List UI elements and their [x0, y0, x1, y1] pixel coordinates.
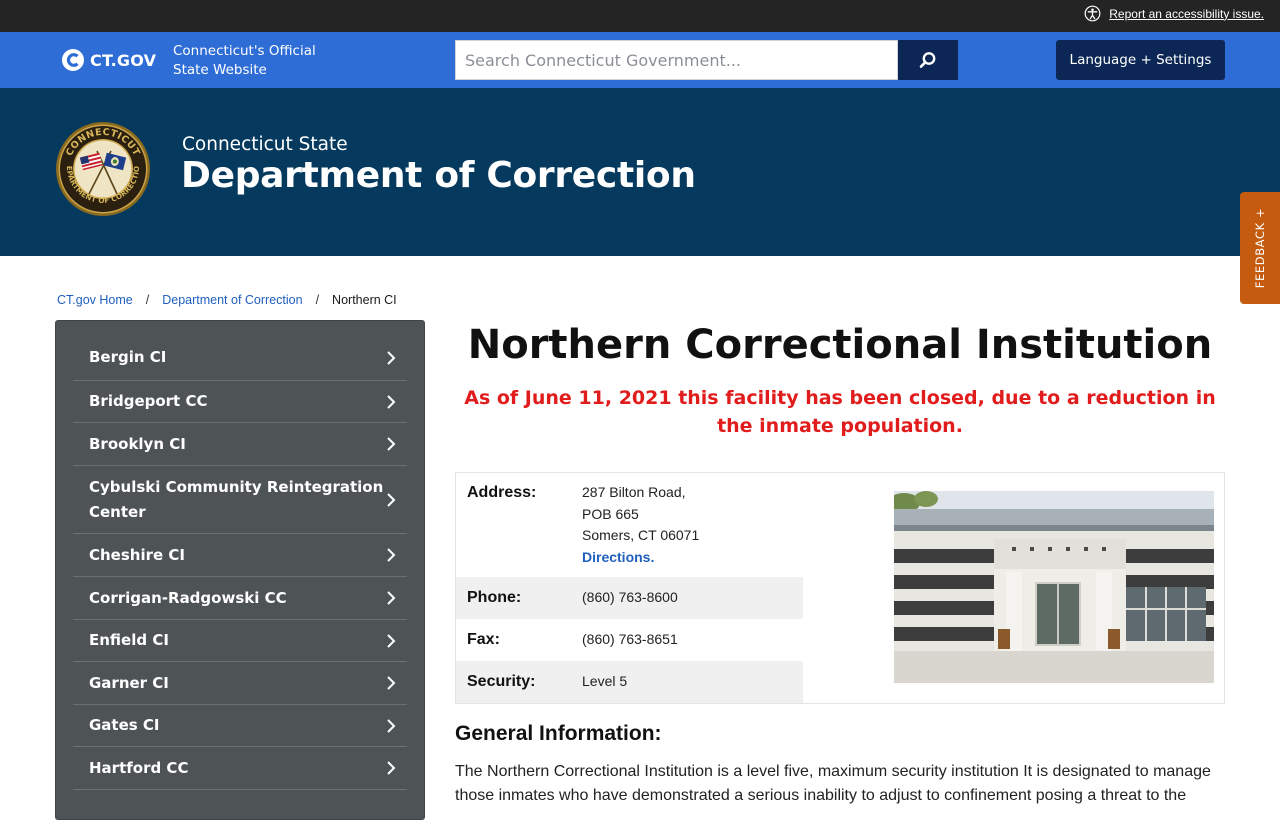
department-subtitle: Connecticut State: [182, 134, 348, 155]
address-line-1: 287 Bilton Road,: [582, 484, 686, 500]
feedback-tab[interactable]: FEEDBACK +: [1240, 192, 1280, 304]
address-row: Address: 287 Bilton Road, POB 665 Somers…: [456, 473, 803, 577]
sidebar-item-label: Cybulski Community Reintegration Center: [89, 477, 384, 521]
fax-row: Fax: (860) 763-8651: [456, 619, 803, 661]
sidebar-item-enfield-ci[interactable]: Enfield CI: [73, 620, 407, 662]
facility-info-box: Address: 287 Bilton Road, POB 665 Somers…: [455, 472, 1225, 704]
breadcrumb-ct-gov-home[interactable]: CT.gov Home: [57, 293, 133, 307]
chevron-right-icon: [387, 761, 396, 775]
accessibility-bar: Report an accessibility issue.: [0, 0, 1280, 32]
sidebar-item-label: Bergin CI: [89, 348, 167, 366]
address-value: 287 Bilton Road, POB 665 Somers, CT 0607…: [582, 482, 699, 577]
breadcrumb-current: Northern CI: [332, 293, 397, 307]
ct-gov-logo-text: CT.GOV: [90, 50, 157, 70]
facility-sidebar-nav: Bergin CI Bridgeport CC Brooklyn CI Cybu…: [55, 320, 425, 820]
feedback-label: FEEDBACK +: [1253, 207, 1268, 289]
ct-gov-logo-icon: [62, 49, 84, 71]
breadcrumb-department-of-correction[interactable]: Department of Correction: [162, 293, 302, 307]
department-seal-logo[interactable]: CONNECTICUT DEPARTMENT OF CORRECTION: [55, 121, 151, 217]
sidebar-item-garner-ci[interactable]: Garner CI: [73, 662, 407, 705]
closure-notice: As of June 11, 2021 this facility has be…: [464, 387, 1216, 437]
address-line-3: Somers, CT 06071: [582, 527, 700, 543]
search-button[interactable]: [898, 40, 958, 80]
page-title: Northern Correctional Institution: [467, 322, 1213, 368]
sidebar-item-gates-ci[interactable]: Gates CI: [73, 705, 407, 747]
sidebar-item-cheshire-ci[interactable]: Cheshire CI: [73, 534, 407, 577]
sidebar-item-label: Corrigan-Radgowski CC: [89, 588, 287, 607]
accessibility-link[interactable]: Report an accessibility issue.: [1109, 7, 1264, 21]
chevron-right-icon: [387, 394, 396, 409]
accessibility-icon: [1084, 5, 1101, 22]
sidebar-item-cybulski[interactable]: Cybulski Community Reintegration Center: [73, 466, 407, 534]
phone-label: Phone:: [467, 589, 522, 606]
sidebar-item-bridgeport-cc[interactable]: Bridgeport CC: [73, 381, 407, 423]
sidebar-item-label: Brooklyn CI: [89, 434, 186, 453]
chevron-right-icon: [387, 591, 396, 605]
facility-info-table: Address: 287 Bilton Road, POB 665 Somers…: [456, 473, 803, 703]
security-label: Security:: [467, 673, 536, 690]
sidebar-item-hartford-cc[interactable]: Hartford CC: [73, 747, 407, 790]
fax-value: (860) 763-8651: [582, 631, 678, 648]
address-line-2: POB 665: [582, 505, 639, 522]
department-banner: CONNECTICUT DEPARTMENT OF CORRECTION Con…: [0, 88, 1280, 256]
sidebar-item-label: Garner CI: [89, 673, 169, 692]
breadcrumb: CT.gov Home / Department of Correction /…: [57, 293, 397, 307]
accessibility-report[interactable]: Report an accessibility issue.: [1084, 5, 1264, 22]
sidebar-item-label: Hartford CC: [89, 758, 189, 777]
department-title[interactable]: Department of Correction: [181, 155, 696, 196]
directions-link[interactable]: Directions.: [582, 549, 654, 565]
sidebar-item-label: Gates CI: [89, 716, 160, 734]
chevron-right-icon: [387, 350, 396, 365]
breadcrumb-separator: /: [315, 293, 320, 307]
sidebar-item-label: Bridgeport CC: [89, 392, 208, 410]
chevron-right-icon: [387, 676, 396, 690]
chevron-right-icon: [387, 718, 396, 733]
sidebar-item-corrigan-radgowski-cc[interactable]: Corrigan-Radgowski CC: [73, 577, 407, 620]
chevron-right-icon: [387, 437, 396, 451]
sidebar-item-brooklyn-ci[interactable]: Brooklyn CI: [73, 423, 407, 466]
fax-label: Fax:: [467, 631, 500, 648]
official-website-text: Connecticut's Official State Website: [173, 43, 316, 78]
phone-row: Phone: (860) 763-8600: [456, 577, 803, 619]
search-icon: [919, 52, 936, 68]
general-information-heading: General Information:: [455, 722, 662, 745]
site-search: [455, 40, 958, 80]
breadcrumb-separator: /: [145, 293, 150, 307]
language-settings-button[interactable]: Language + Settings: [1056, 40, 1225, 80]
ct-gov-logo[interactable]: CT.GOV: [62, 49, 156, 71]
facility-photo: [894, 491, 1214, 683]
chevron-right-icon: [387, 548, 396, 562]
security-value: Level 5: [582, 673, 628, 690]
ct-gov-header: CT.GOV Connecticut's Official State Webs…: [0, 32, 1280, 88]
chevron-right-icon: [387, 633, 396, 648]
sidebar-item-label: Enfield CI: [89, 631, 169, 649]
general-information-text: The Northern Correctional Institution is…: [455, 763, 1211, 804]
sidebar-item-label: Cheshire CI: [89, 545, 185, 564]
phone-value[interactable]: (860) 763-8600: [582, 587, 678, 609]
security-row: Security: Level 5: [456, 661, 803, 703]
chevron-right-icon: [387, 492, 396, 507]
search-input[interactable]: [455, 40, 898, 80]
address-label: Address:: [467, 484, 537, 501]
sidebar-item-bergin-ci[interactable]: Bergin CI: [73, 321, 407, 381]
